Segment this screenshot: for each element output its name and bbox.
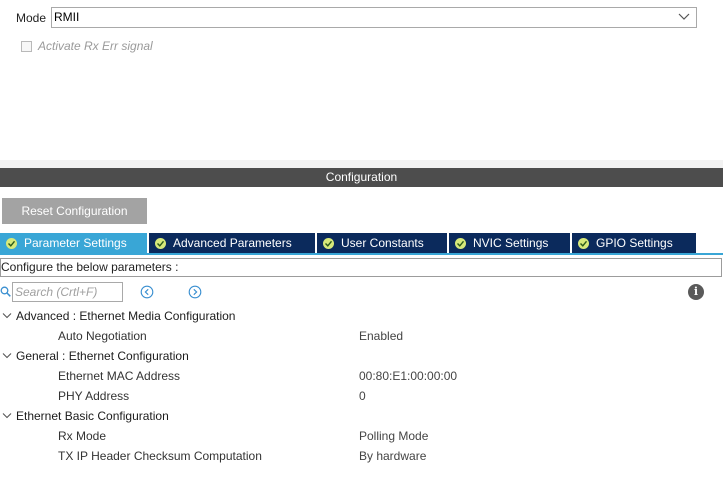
group-title: General : Ethernet Configuration [16, 349, 189, 363]
tab-label: User Constants [341, 236, 424, 250]
parameter-tree: Advanced : Ethernet Media Configuration … [0, 306, 723, 466]
check-circle-icon [578, 237, 589, 249]
mode-selected-value: RMII [54, 10, 80, 24]
tab-label: NVIC Settings [473, 236, 549, 250]
param-name: TX IP Header Checksum Computation [58, 449, 262, 463]
chevron-down-icon [678, 13, 690, 20]
panel-divider [0, 160, 723, 168]
tab-label: Parameter Settings [24, 236, 127, 250]
info-icon[interactable]: i [688, 284, 704, 300]
tab-gpio-settings[interactable]: GPIO Settings [572, 233, 696, 253]
config-tabs: Parameter Settings Advanced Parameters U… [0, 233, 698, 253]
chevron-down-icon [0, 406, 16, 426]
search-next-button[interactable] [188, 285, 202, 299]
param-value[interactable]: By hardware [359, 449, 426, 463]
rx-err-label: Activate Rx Err signal [38, 39, 153, 53]
search-previous-button[interactable] [140, 285, 154, 299]
mode-select[interactable]: RMII [51, 7, 697, 28]
param-value[interactable]: 00:80:E1:00:00:00 [359, 369, 457, 383]
tab-advanced-parameters[interactable]: Advanced Parameters [149, 233, 315, 253]
param-value[interactable]: Polling Mode [359, 429, 428, 443]
tab-label: GPIO Settings [596, 236, 673, 250]
tab-parameter-settings[interactable]: Parameter Settings [0, 233, 147, 253]
configuration-title: Configuration [0, 168, 723, 187]
check-circle-icon [455, 237, 466, 249]
rx-err-row: Activate Rx Err signal [21, 38, 153, 54]
chevron-down-icon [0, 346, 16, 366]
param-name: Rx Mode [58, 429, 107, 443]
check-circle-icon [323, 237, 334, 249]
group-title: Advanced : Ethernet Media Configuration [16, 309, 236, 323]
param-row-rx-mode[interactable]: Rx Mode Polling Mode [0, 426, 723, 446]
search-input[interactable] [12, 282, 123, 302]
param-row-tx-checksum[interactable]: TX IP Header Checksum Computation By har… [0, 446, 723, 466]
param-row-phy-address[interactable]: PHY Address 0 [0, 386, 723, 406]
tab-nvic-settings[interactable]: NVIC Settings [449, 233, 570, 253]
param-name: Auto Negotiation [58, 329, 147, 343]
param-row-auto-negotiation[interactable]: Auto Negotiation Enabled [0, 326, 723, 346]
param-value[interactable]: 0 [359, 389, 366, 403]
check-circle-icon [155, 237, 166, 249]
reset-configuration-button[interactable]: Reset Configuration [2, 198, 147, 224]
mode-label: Mode [16, 11, 47, 25]
tab-underline [0, 253, 723, 255]
search-icon [0, 286, 11, 297]
rx-err-checkbox[interactable] [21, 40, 32, 52]
description-box: Configure the below parameters : [0, 258, 722, 277]
tree-group-ethernet-basic[interactable]: Ethernet Basic Configuration [0, 406, 723, 426]
param-value[interactable]: Enabled [359, 329, 403, 343]
group-title: Ethernet Basic Configuration [16, 409, 169, 423]
tab-user-constants[interactable]: User Constants [317, 233, 447, 253]
tree-group-general-ethernet[interactable]: General : Ethernet Configuration [0, 346, 723, 366]
tree-group-advanced-ethernet-media[interactable]: Advanced : Ethernet Media Configuration [0, 306, 723, 326]
tab-label: Advanced Parameters [173, 236, 292, 250]
param-row-mac-address[interactable]: Ethernet MAC Address 00:80:E1:00:00:00 [0, 366, 723, 386]
chevron-down-icon [0, 306, 16, 326]
param-name: PHY Address [58, 389, 130, 403]
param-name: Ethernet MAC Address [58, 369, 181, 383]
check-circle-icon [6, 237, 17, 249]
